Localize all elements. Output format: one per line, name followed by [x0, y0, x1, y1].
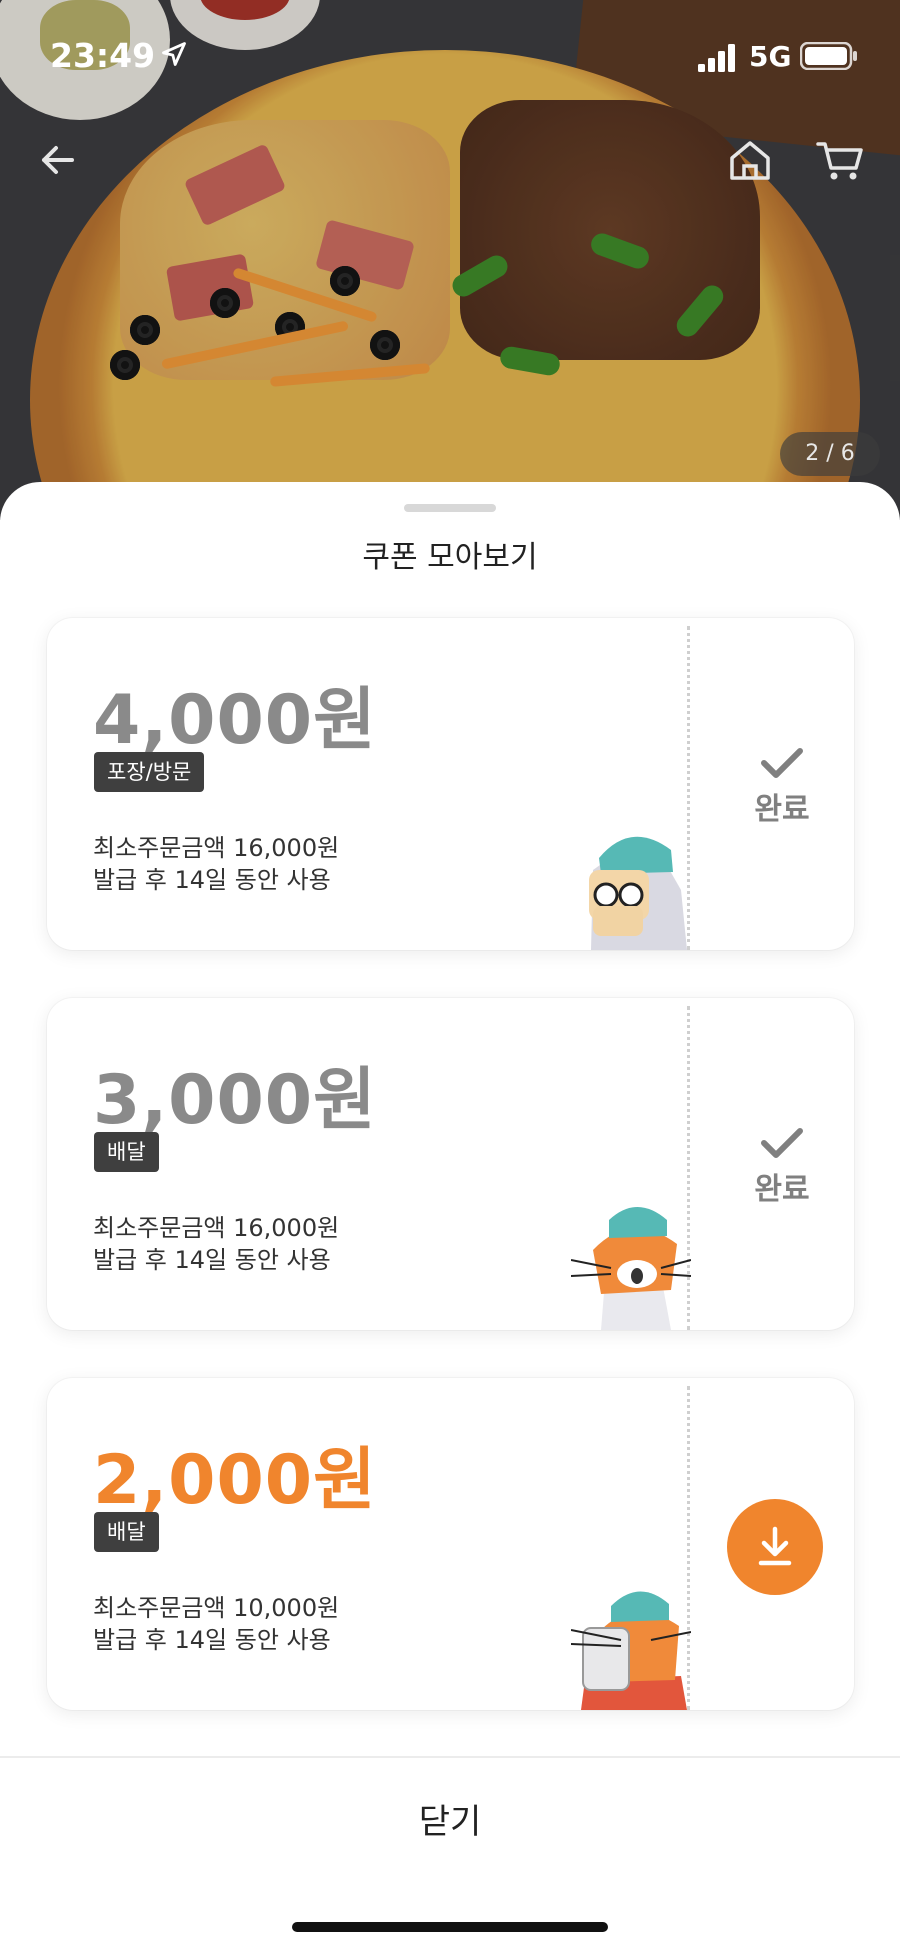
close-button[interactable]: 닫기: [0, 1794, 900, 1843]
mascot-cat-image: [571, 1591, 691, 1710]
home-indicator[interactable]: [292, 1922, 608, 1932]
mascot-cat-image: [589, 836, 687, 950]
claimed-label: 완료: [754, 1172, 810, 1207]
claimed-label: 완료: [754, 792, 810, 827]
sheet-drag-handle[interactable]: [404, 504, 496, 512]
gallery-counter: 2 / 6: [780, 432, 880, 476]
coupon-download-button[interactable]: [727, 1499, 823, 1595]
network-type: 5G: [749, 40, 792, 73]
location-arrow-icon: [162, 42, 186, 66]
coupon-validity: 발급 후 14일 동안 사용: [93, 1626, 331, 1654]
mascot-cat-image: [571, 1207, 691, 1330]
coupon-min-order: 최소주문금액 16,000원: [93, 834, 340, 862]
coupon-min-order: 최소주문금액 16,000원: [93, 1214, 340, 1242]
coupon-validity: 발급 후 14일 동안 사용: [93, 1246, 331, 1274]
checkmark-icon: [761, 1128, 803, 1158]
status-time: 23:49: [50, 36, 156, 75]
sheet-title: 쿠폰 모아보기: [362, 540, 538, 575]
coupon-sheet: 쿠폰 모아보기 4,000원 포장/방문 최소주문금액 16,000원 발급 후…: [0, 482, 900, 1948]
coupon-amount: 4,000원: [93, 681, 377, 760]
coupon-amount: 2,000원: [93, 1441, 377, 1520]
back-arrow-icon[interactable]: [30, 132, 86, 188]
coupon-tag: 포장/방문: [94, 752, 205, 792]
coupon-amount: 3,000원: [93, 1061, 377, 1140]
checkmark-icon: [761, 748, 803, 778]
coupon-card: 3,000원 배달 최소주문금액 16,000원 발급 후 14일 동안 사용 …: [47, 998, 854, 1330]
status-bar: 23:49 5G: [0, 0, 900, 110]
coupon-card: 4,000원 포장/방문 최소주문금액 16,000원 발급 후 14일 동안 …: [47, 618, 854, 950]
coupon-validity: 발급 후 14일 동안 사용: [93, 866, 331, 894]
coupon-tag: 배달: [94, 1132, 159, 1172]
download-icon: [758, 1526, 792, 1566]
sheet-footer: 닫기: [0, 1756, 900, 1950]
battery-icon: [800, 42, 857, 70]
home-icon[interactable]: [722, 132, 778, 188]
coupon-claimed-status: 완료: [737, 746, 827, 828]
coupon-min-order: 최소주문금액 10,000원: [93, 1594, 340, 1622]
coupon-tag: 배달: [94, 1512, 159, 1552]
coupon-card: 2,000원 배달 최소주문금액 10,000원 발급 후 14일 동안 사용: [47, 1378, 854, 1710]
cellular-signal-icon: [698, 44, 735, 72]
coupon-claimed-status: 완료: [737, 1126, 827, 1208]
cart-icon[interactable]: [812, 132, 868, 188]
